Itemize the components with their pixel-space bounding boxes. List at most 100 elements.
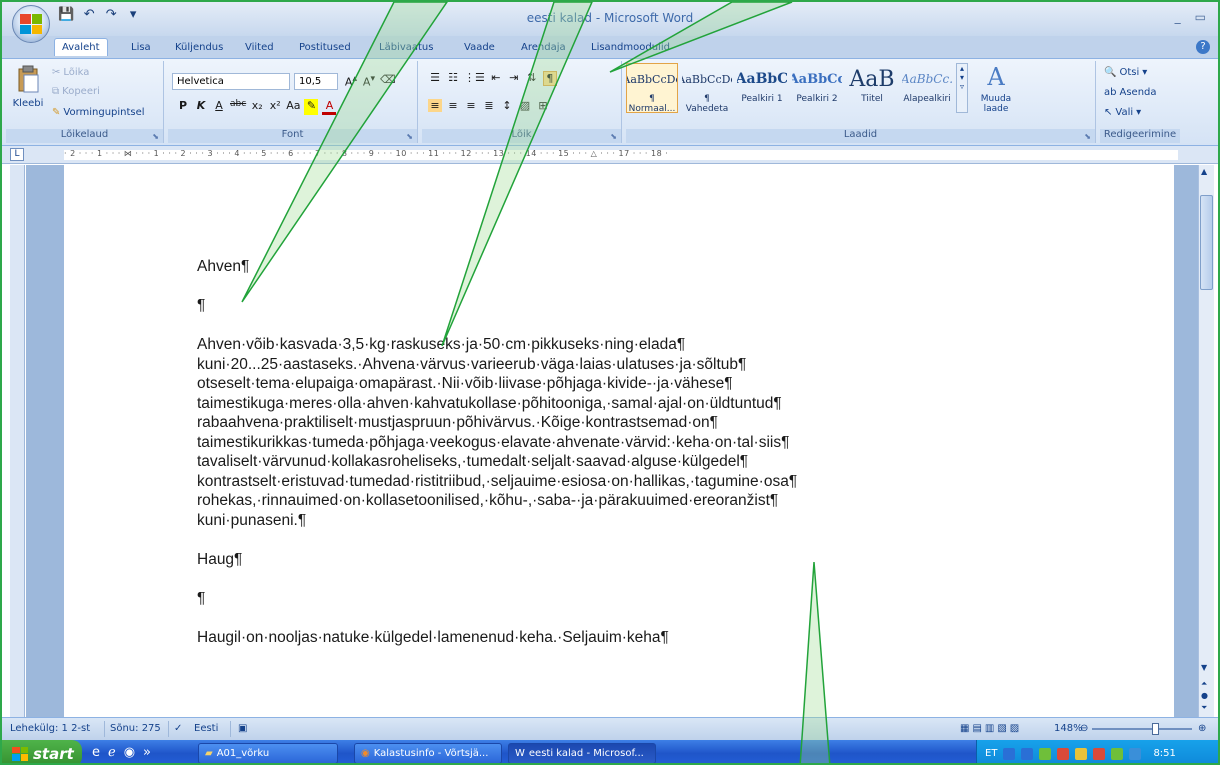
document-line[interactable]: kuni·20...25·aastaseks.·Ahvena·värvus·va… [197, 355, 797, 375]
zoom-level[interactable]: 148% [1054, 723, 1083, 734]
decrease-indent-icon[interactable]: ⇤ [489, 71, 503, 86]
numbering-icon[interactable]: ☷ [446, 71, 460, 86]
proofing-icon[interactable]: ✓ [174, 723, 182, 734]
zoom-in-icon[interactable]: ⊕ [1198, 723, 1206, 734]
bold-icon[interactable]: P [176, 99, 190, 115]
justify-icon[interactable]: ≣ [482, 99, 496, 112]
office-button[interactable] [12, 5, 50, 43]
grow-font-icon[interactable]: A▴ [344, 73, 358, 89]
document-line[interactable]: taimestikuga·meres·olla·ahven·kahvatukol… [197, 394, 797, 414]
sort-icon[interactable]: ⇅ [525, 71, 539, 86]
input-language[interactable]: ET [985, 748, 997, 759]
blank-line[interactable] [197, 608, 797, 628]
blank-line[interactable] [197, 277, 797, 297]
format-painter-button[interactable]: ✎ Vormingupintsel [52, 107, 145, 118]
find-button[interactable]: 🔍 Otsi ▾ [1104, 67, 1147, 78]
document-line[interactable]: ¶ [197, 589, 797, 609]
tray-icon-5[interactable] [1075, 747, 1088, 760]
document-line[interactable]: rabaahvena·praktiliselt·mustjaspruun·põh… [197, 413, 797, 433]
ie-icon[interactable]: e [92, 745, 100, 760]
font-size-select[interactable]: 10,5 [294, 73, 338, 90]
scroll-down-icon[interactable]: ▼ [1201, 663, 1207, 672]
highlight-icon[interactable]: ✎ [304, 99, 319, 115]
restore-button[interactable]: ▭ [1195, 10, 1206, 24]
document-line[interactable]: rohekas,·rinnauimed·on·kollasetoonilised… [197, 491, 797, 511]
antivirus-icon[interactable] [1057, 747, 1070, 760]
underline-icon[interactable]: A [212, 99, 226, 115]
change-styles-button[interactable]: A Muuda laade [974, 63, 1018, 117]
document-page[interactable]: Ahven¶ ¶ Ahven·võib·kasvada·3,5·kg·raskuse… [64, 165, 1174, 717]
multilevel-list-icon[interactable]: ⋮☰ [464, 71, 485, 86]
scroll-up-icon[interactable]: ▲ [1201, 167, 1207, 176]
paste-button[interactable]: Kleebi [10, 65, 46, 109]
blank-line[interactable] [197, 316, 797, 336]
document-line[interactable]: tavaliselt·värvunud·kollakasroheliseks,·… [197, 452, 797, 472]
select-button[interactable]: ↖ Vali ▾ [1104, 107, 1141, 118]
document-line[interactable]: Haugil·on·nooljas·natuke·külgedel·lamene… [197, 628, 797, 648]
align-left-icon[interactable]: ≡ [428, 99, 442, 112]
task-word[interactable]: W eesti kalad - Microsof... [508, 743, 656, 763]
macro-icon[interactable]: ▣ [238, 723, 247, 734]
clipboard-launcher-icon[interactable]: ⬊ [152, 132, 159, 141]
borders-icon[interactable]: ⊞ [536, 99, 550, 112]
shading-icon[interactable]: ▨ [518, 99, 532, 112]
clear-format-icon[interactable]: ⌫ [380, 73, 396, 89]
firefox-icon[interactable]: ◉ [124, 745, 135, 760]
minimize-button[interactable]: _ [1175, 10, 1181, 24]
word-count[interactable]: Sõnu: 275 [110, 723, 161, 734]
tray-icon-2[interactable] [1021, 747, 1034, 760]
next-page-icon[interactable]: ⏷ [1201, 703, 1207, 713]
tab-postitused[interactable]: Postitused [292, 39, 358, 56]
zoom-slider-knob[interactable] [1152, 723, 1159, 735]
vertical-scrollbar[interactable]: ▲ ▼ ⏶ ● ⏷ [1198, 165, 1214, 717]
document-line[interactable]: Haug¶ [197, 550, 797, 570]
task-folder[interactable]: ▰ A01_võrku [198, 743, 338, 763]
cut-button[interactable]: ✂ Lõika [52, 67, 89, 78]
tab-arendaja[interactable]: Arendaja [514, 39, 573, 56]
zoom-slider[interactable] [1092, 728, 1192, 730]
tab-lisandmoodulid[interactable]: Lisandmoodulid [584, 39, 677, 56]
change-case-icon[interactable]: Aa [286, 99, 300, 115]
superscript-icon[interactable]: x² [268, 99, 282, 115]
document-line[interactable]: kuni·punaseni.¶ [197, 511, 797, 531]
styles-launcher-icon[interactable]: ⬊ [1084, 132, 1091, 141]
tray-icon-7[interactable] [1111, 747, 1124, 760]
italic-icon[interactable]: K [194, 99, 208, 115]
styles-scroll-arrows[interactable]: ▴ ▾ ▿ [956, 63, 968, 113]
tab-kuljendus[interactable]: Küljendus [168, 39, 230, 56]
style-no-spacing[interactable]: AaBbCcDc ¶ Vahedeta [681, 63, 733, 115]
zoom-out-icon[interactable]: ⊖ [1080, 723, 1088, 734]
show-hide-marks-icon[interactable]: ¶ [542, 71, 557, 86]
previous-page-icon[interactable]: ⏶ [1201, 679, 1207, 689]
style-subtitle[interactable]: AaBbCc. Alapealkiri [901, 63, 953, 113]
font-name-select[interactable]: Helvetica [172, 73, 290, 90]
start-button[interactable]: start [2, 740, 82, 763]
subscript-icon[interactable]: x₂ [250, 99, 264, 115]
tray-icon-1[interactable] [1003, 747, 1016, 760]
document-text[interactable]: Ahven¶ ¶ Ahven·võib·kasvada·3,5·kg·raskuse… [197, 257, 797, 647]
tab-avaleht[interactable]: Avaleht [54, 38, 108, 56]
page-count[interactable]: Lehekülg: 1 2-st [10, 723, 90, 734]
browse-object-icon[interactable]: ● [1201, 691, 1208, 700]
align-right-icon[interactable]: ≡ [464, 99, 478, 112]
replace-button[interactable]: ab Asenda [1104, 87, 1157, 98]
horizontal-ruler[interactable]: L · 2 · · · 1 · · · ⋈ · · · 1 · · · 2 · … [2, 146, 1218, 164]
shrink-font-icon[interactable]: A▾ [362, 73, 376, 89]
tray-icon-8[interactable] [1129, 747, 1142, 760]
tab-selector-icon[interactable]: L [10, 148, 24, 161]
increase-indent-icon[interactable]: ⇥ [507, 71, 521, 86]
font-color-icon[interactable]: A [322, 99, 337, 115]
font-launcher-icon[interactable]: ⬊ [406, 132, 413, 141]
document-line[interactable]: Ahven·võib·kasvada·3,5·kg·raskuseks·ja·5… [197, 335, 797, 355]
copy-button[interactable]: ⧉ Kopeeri [52, 86, 100, 97]
document-line[interactable]: otseselt·tema·elupaiga·omapärast.·Nii·võ… [197, 374, 797, 394]
tab-vaade[interactable]: Vaade [457, 39, 502, 56]
tab-lisa[interactable]: Lisa [124, 39, 158, 56]
help-icon[interactable]: ? [1196, 40, 1210, 54]
network-icon[interactable] [1039, 747, 1052, 760]
clock[interactable]: 8:51 [1153, 748, 1175, 759]
align-center-icon[interactable]: ≡ [446, 99, 460, 112]
style-title[interactable]: AaB Tiitel [846, 63, 898, 113]
style-heading1[interactable]: AaBbC Pealkiri 1 [736, 63, 788, 113]
quick-launch-more-icon[interactable]: » [143, 745, 151, 760]
